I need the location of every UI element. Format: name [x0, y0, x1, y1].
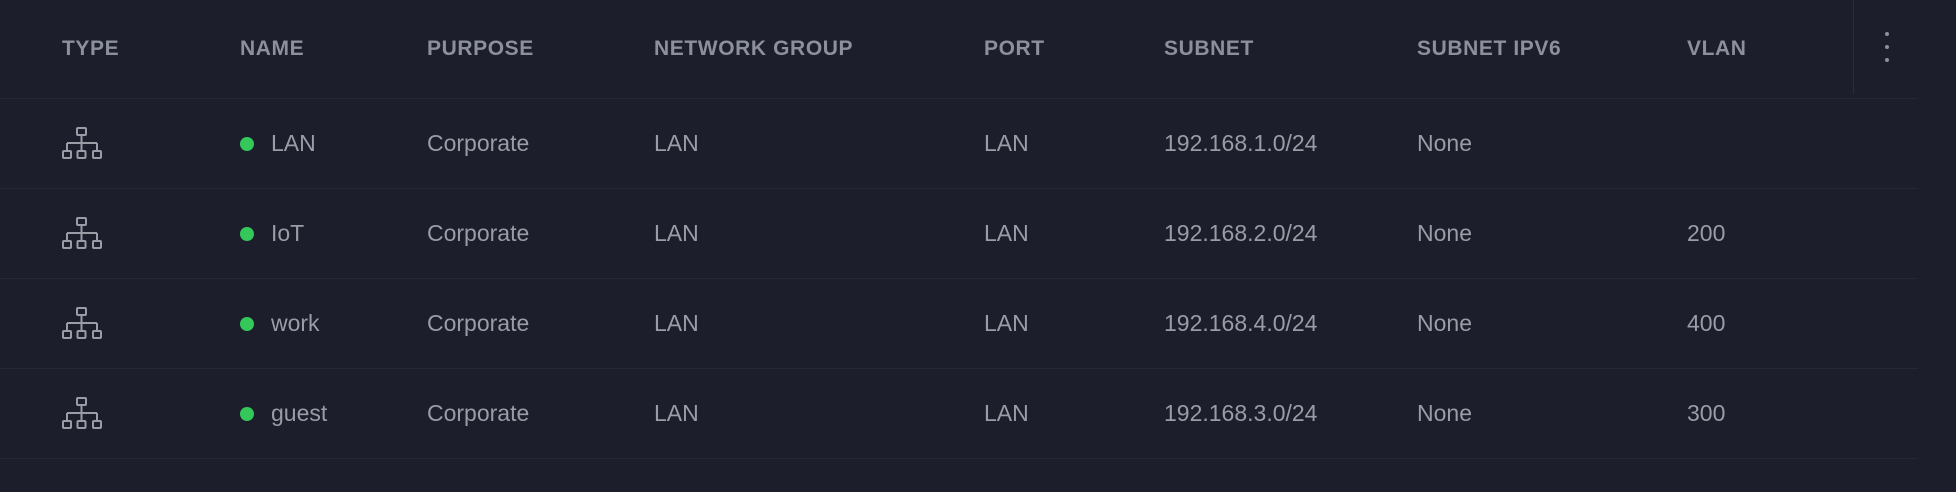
table-header: TYPE NAME PURPOSE NETWORK GROUP PORT SUB… — [0, 0, 1918, 99]
name-cell[interactable]: IoT — [240, 189, 304, 278]
status-dot — [240, 316, 254, 331]
table-row[interactable]: guest Corporate LAN LAN 192.168.3.0/24 N… — [0, 369, 1918, 459]
network-group-cell: LAN — [654, 310, 699, 336]
type-cell — [62, 189, 102, 278]
more-vertical-icon — [1884, 32, 1889, 62]
column-header-purpose[interactable]: PURPOSE — [427, 0, 534, 98]
vlan-cell: 400 — [1687, 310, 1726, 336]
vlan-cell: 200 — [1687, 220, 1726, 246]
network-topology-icon — [62, 216, 102, 251]
subnet-ipv6-cell: None — [1417, 220, 1472, 246]
table-row[interactable]: IoT Corporate LAN LAN 192.168.2.0/24 Non… — [0, 189, 1918, 279]
subnet-cell: 192.168.1.0/24 — [1164, 130, 1318, 156]
network-group-cell: LAN — [654, 220, 699, 246]
name-cell[interactable]: guest — [240, 369, 327, 458]
column-header-name[interactable]: NAME — [240, 0, 304, 98]
subnet-cell: 192.168.4.0/24 — [1164, 310, 1318, 336]
name-cell[interactable]: LAN — [240, 99, 316, 188]
port-cell: LAN — [984, 220, 1029, 246]
status-dot — [240, 136, 254, 151]
subnet-ipv6-cell: None — [1417, 310, 1472, 336]
column-header-port[interactable]: PORT — [984, 0, 1045, 98]
status-dot — [240, 226, 254, 241]
purpose-cell: Corporate — [427, 220, 530, 246]
column-header-subnet[interactable]: SUBNET — [1164, 0, 1254, 98]
network-name: guest — [271, 400, 328, 426]
port-cell: LAN — [984, 130, 1029, 156]
purpose-cell: Corporate — [427, 400, 530, 426]
network-name: IoT — [271, 220, 305, 246]
network-name: work — [271, 310, 320, 336]
network-topology-icon — [62, 126, 102, 161]
type-cell — [62, 99, 102, 188]
network-name: LAN — [271, 130, 316, 156]
network-group-cell: LAN — [654, 400, 699, 426]
column-header-vlan[interactable]: VLAN — [1687, 0, 1747, 98]
column-options-button[interactable] — [1853, 0, 1919, 94]
network-topology-icon — [62, 306, 102, 341]
column-header-subnet-ipv6[interactable]: SUBNET IPV6 — [1417, 0, 1561, 98]
vlan-cell: 300 — [1687, 400, 1726, 426]
column-header-type[interactable]: TYPE — [62, 0, 119, 98]
purpose-cell: Corporate — [427, 310, 530, 336]
port-cell: LAN — [984, 310, 1029, 336]
type-cell — [62, 279, 102, 368]
network-topology-icon — [62, 396, 102, 431]
purpose-cell: Corporate — [427, 130, 530, 156]
name-cell[interactable]: work — [240, 279, 320, 368]
type-cell — [62, 369, 102, 458]
subnet-ipv6-cell: None — [1417, 400, 1472, 426]
column-header-network-group[interactable]: NETWORK GROUP — [654, 0, 853, 98]
subnet-cell: 192.168.2.0/24 — [1164, 220, 1318, 246]
network-group-cell: LAN — [654, 130, 699, 156]
table-body: LAN Corporate LAN LAN 192.168.1.0/24 Non… — [0, 99, 1918, 459]
status-dot — [240, 406, 254, 421]
table-row[interactable]: work Corporate LAN LAN 192.168.4.0/24 No… — [0, 279, 1918, 369]
subnet-ipv6-cell: None — [1417, 130, 1472, 156]
networks-table: TYPE NAME PURPOSE NETWORK GROUP PORT SUB… — [0, 0, 1918, 492]
port-cell: LAN — [984, 400, 1029, 426]
table-row[interactable]: LAN Corporate LAN LAN 192.168.1.0/24 Non… — [0, 99, 1918, 189]
subnet-cell: 192.168.3.0/24 — [1164, 400, 1318, 426]
